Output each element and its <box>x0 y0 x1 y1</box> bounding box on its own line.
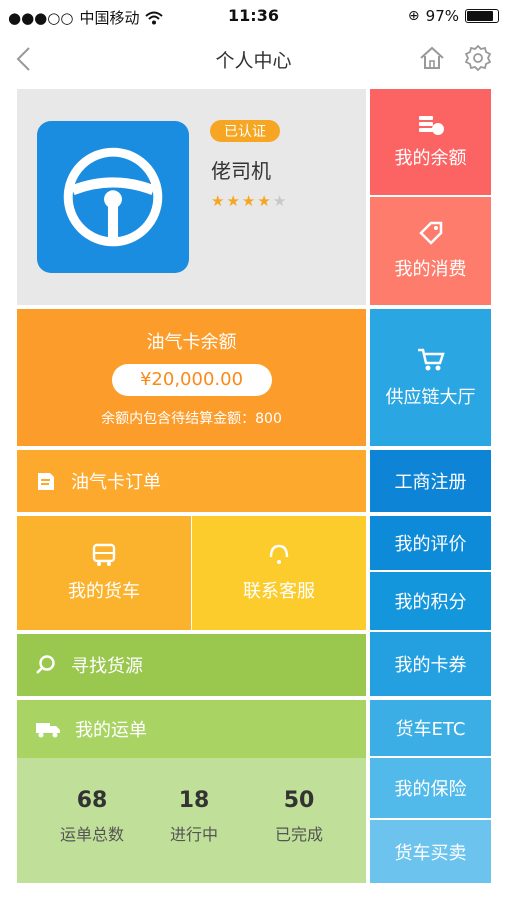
waybill-completed-stat[interactable]: 50 已完成 <box>254 788 344 845</box>
orientation-lock-icon: ⊕ <box>407 8 420 24</box>
supply-chain-hall-button[interactable]: 供应链大厅 <box>370 309 491 446</box>
my-balance-label: 我的余额 <box>394 148 467 169</box>
search-icon <box>36 655 55 674</box>
order-icon <box>38 473 54 490</box>
avatar <box>37 121 189 273</box>
my-points-label: 我的积分 <box>394 592 467 613</box>
my-review-label: 我的评价 <box>394 534 467 555</box>
my-insurance-button[interactable]: 我的保险 <box>370 758 491 818</box>
battery-icon <box>465 9 499 23</box>
verified-badge: 已认证 <box>210 120 280 142</box>
star-icon: ★ <box>241 192 258 210</box>
waybill-in-progress-stat[interactable]: 18 进行中 <box>149 788 239 845</box>
truck-front-icon <box>92 543 116 566</box>
fuel-card-balance-panel[interactable]: 油气卡余额 ¥20,000.00 余额内包含待结算金额：800 <box>17 309 366 446</box>
fuel-card-note: 余额内包含待结算金额：800 <box>101 410 282 427</box>
business-registration-label: 工商注册 <box>394 472 467 493</box>
headset-icon <box>269 544 289 564</box>
my-coupons-label: 我的卡券 <box>394 655 467 676</box>
battery-percent: 97% <box>425 7 459 25</box>
fuel-card-orders-label: 油气卡订单 <box>71 472 161 493</box>
business-registration-button[interactable]: 工商注册 <box>370 450 491 512</box>
steering-wheel-icon <box>63 147 163 247</box>
fuel-card-amount: ¥20,000.00 <box>111 363 272 396</box>
waybill-in-progress-value: 18 <box>178 788 210 813</box>
star-icon: ★ <box>272 192 289 210</box>
waybill-completed-value: 50 <box>283 788 315 813</box>
star-icon: ★ <box>211 192 227 210</box>
my-truck-button[interactable]: 我的货车 <box>17 516 191 630</box>
waybill-stats-panel: 68 运单总数 18 进行中 50 已完成 <box>17 758 366 883</box>
waybill-total-value: 68 <box>76 788 108 813</box>
profile-card[interactable]: 已认证 佬司机 ★★★★★ <box>17 89 366 305</box>
truck-trade-button[interactable]: 货车买卖 <box>370 820 491 883</box>
gear-icon[interactable] <box>464 44 492 72</box>
truck-trade-label: 货车买卖 <box>394 842 467 864</box>
find-cargo-label: 寻找货源 <box>71 656 143 677</box>
waybill-total-stat[interactable]: 68 运单总数 <box>47 788 137 845</box>
my-coupons-button[interactable]: 我的卡券 <box>370 632 491 696</box>
truck-icon <box>36 723 60 738</box>
my-points-button[interactable]: 我的积分 <box>370 572 491 630</box>
my-waybill-label: 我的运单 <box>75 720 147 741</box>
my-consumption-label: 我的消费 <box>394 259 467 280</box>
my-review-button[interactable]: 我的评价 <box>370 516 491 570</box>
star-icon: ★ <box>226 192 242 210</box>
truck-etc-button[interactable]: 货车ETC <box>370 700 491 756</box>
my-balance-button[interactable]: 我的余额 <box>370 89 491 195</box>
star-icon: ★ <box>257 192 273 210</box>
my-consumption-button[interactable]: 我的消费 <box>370 197 491 305</box>
cart-icon <box>417 348 445 370</box>
rating-stars: ★★★★★ <box>211 192 288 210</box>
my-truck-label: 我的货车 <box>68 581 140 602</box>
waybill-completed-label: 已完成 <box>274 825 323 844</box>
truck-etc-label: 货车ETC <box>395 719 466 740</box>
fuel-card-orders-button[interactable]: 油气卡订单 <box>17 450 366 512</box>
supply-chain-hall-label: 供应链大厅 <box>385 386 476 408</box>
waybill-in-progress-label: 进行中 <box>169 825 218 844</box>
my-waybill-button[interactable]: 我的运单 <box>17 700 366 758</box>
customer-service-button[interactable]: 联系客服 <box>192 516 366 630</box>
customer-service-label: 联系客服 <box>243 581 315 602</box>
coins-icon <box>418 116 444 135</box>
fuel-card-title: 油气卡余额 <box>146 331 237 353</box>
waybill-total-label: 运单总数 <box>59 825 124 844</box>
my-insurance-label: 我的保险 <box>394 779 467 800</box>
nav-bar: 个人中心 <box>0 34 507 84</box>
price-tag-icon <box>418 221 442 245</box>
driver-name: 佬司机 <box>211 159 271 183</box>
home-icon[interactable] <box>418 44 446 72</box>
find-cargo-button[interactable]: 寻找货源 <box>17 634 366 696</box>
status-bar: ●●●○○ 中国移动 11:36 ⊕ 97% <box>0 0 507 34</box>
